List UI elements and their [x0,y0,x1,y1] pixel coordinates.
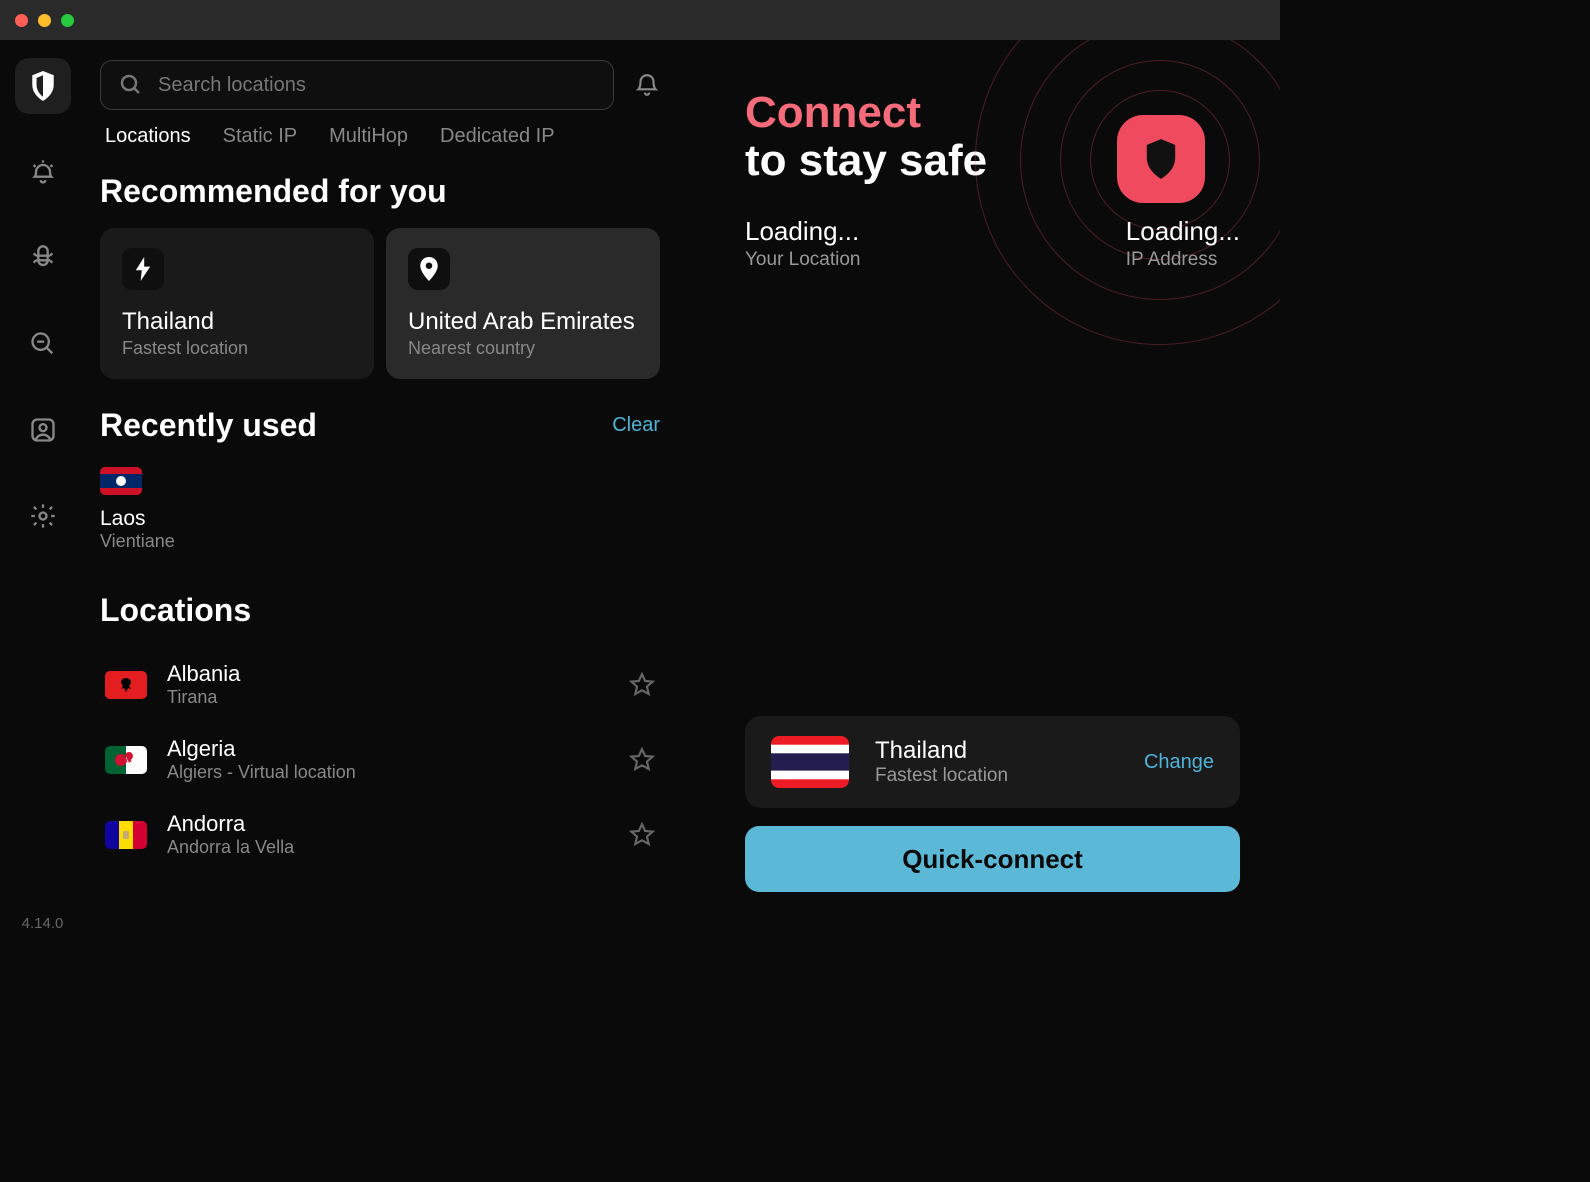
flag-andorra-icon [105,821,147,849]
tab-static-ip[interactable]: Static IP [223,125,297,148]
nav-sidebar: 4.14.0 [0,40,85,952]
star-icon [629,747,655,773]
nav-search[interactable] [15,316,71,372]
location-sub: Algiers - Virtual location [167,762,629,783]
quick-connect-button[interactable]: Quick-connect [745,826,1240,892]
nav-vpn[interactable] [15,58,71,114]
lightning-icon [122,248,164,290]
recent-item-sub: Vientiane [100,531,175,552]
your-location-value: Loading... [745,216,861,247]
recommended-card-fastest[interactable]: Thailand Fastest location [100,228,374,379]
selected-location-name: Thailand [875,737,1144,765]
search-input[interactable] [158,74,595,97]
location-name: Andorra [167,811,629,837]
ripple-decoration [950,40,1280,370]
recommended-card-sub: Fastest location [122,338,352,359]
recent-item-name: Laos [100,507,175,531]
pin-icon [408,248,450,290]
nav-antivirus[interactable] [15,230,71,286]
favorite-button[interactable] [629,747,655,773]
recommended-card-sub: Nearest country [408,338,638,359]
gear-icon [29,502,57,530]
recommended-card-nearest[interactable]: United Arab Emirates Nearest country [386,228,660,379]
location-item[interactable]: Andorra Andorra la Vella [100,797,660,872]
tab-multihop[interactable]: MultiHop [329,125,408,148]
nav-account[interactable] [15,402,71,458]
ip-address-value: Loading... [1126,216,1240,247]
connection-panel: Connect to stay safe Loading... Your Loc… [690,40,1280,952]
window-fullscreen-button[interactable] [61,14,74,27]
nav-alert[interactable] [15,144,71,200]
recommended-card-name: Thailand [122,308,352,336]
selected-location-sub: Fastest location [875,765,1144,787]
selected-location-card: Thailand Fastest location Change [745,716,1240,808]
favorite-button[interactable] [629,672,655,698]
star-icon [629,672,655,698]
recently-used-heading: Recently used [100,407,317,444]
nav-settings[interactable] [15,488,71,544]
location-item[interactable]: Algeria Algiers - Virtual location [100,722,660,797]
search-icon [119,73,143,97]
status-shield-icon [1117,115,1205,203]
bell-icon [634,72,660,98]
search-box[interactable] [100,60,614,110]
clear-recent-button[interactable]: Clear [612,414,660,437]
locations-heading: Locations [100,592,660,629]
location-tabs: Locations Static IP MultiHop Dedicated I… [100,125,660,148]
shield-icon [30,71,56,101]
flag-thailand-icon [771,736,849,788]
bug-icon [29,244,57,272]
app-version: 4.14.0 [22,915,64,952]
user-icon [29,416,57,444]
locations-panel: Locations Static IP MultiHop Dedicated I… [85,40,690,952]
star-icon [629,822,655,848]
window-titlebar [0,0,1280,40]
recommended-card-name: United Arab Emirates [408,308,638,336]
favorite-button[interactable] [629,822,655,848]
window-minimize-button[interactable] [38,14,51,27]
tab-locations[interactable]: Locations [105,125,191,148]
your-location-label: Your Location [745,249,861,271]
change-location-button[interactable]: Change [1144,751,1214,774]
location-sub: Tirana [167,687,629,708]
flag-laos-icon [100,467,142,495]
location-name: Albania [167,661,629,687]
recent-item[interactable]: Laos Vientiane [100,462,175,557]
location-name: Algeria [167,736,629,762]
search-minus-icon [29,330,57,358]
alert-icon [29,158,57,186]
window-close-button[interactable] [15,14,28,27]
flag-algeria-icon [105,746,147,774]
recommended-heading: Recommended for you [100,173,660,210]
location-sub: Andorra la Vella [167,837,629,858]
ip-address-label: IP Address [1126,249,1240,271]
tab-dedicated-ip[interactable]: Dedicated IP [440,125,555,148]
flag-albania-icon [105,671,147,699]
notifications-button[interactable] [634,72,660,98]
location-item[interactable]: Albania Tirana [100,647,660,722]
